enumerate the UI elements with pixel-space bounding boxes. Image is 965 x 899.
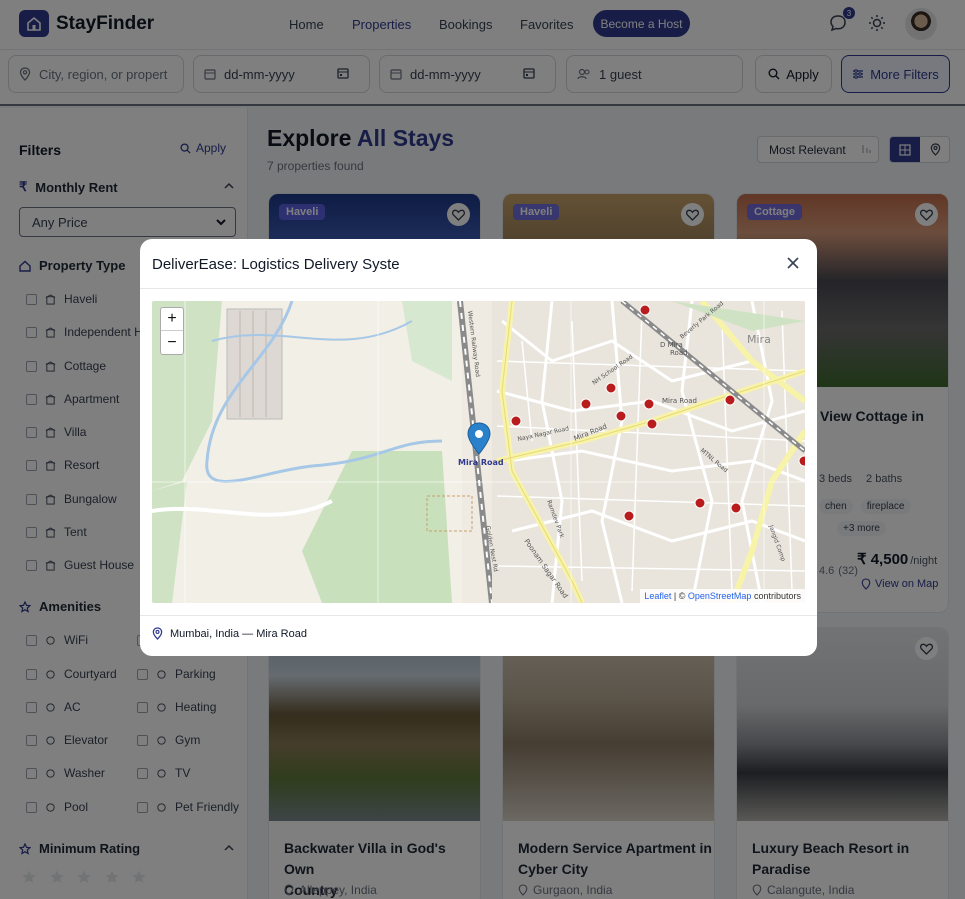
map-tiles: Mira D Mira Road Mira Road Mira Road Nay… bbox=[152, 301, 805, 603]
map-label: Road bbox=[670, 349, 688, 357]
modal-divider bbox=[140, 288, 817, 289]
location-marker[interactable] bbox=[467, 422, 491, 455]
modal-footer: Mumbai, India — Mira Road bbox=[152, 627, 307, 640]
osm-link[interactable]: OpenStreetMap bbox=[688, 591, 752, 601]
map-label: Mira Road bbox=[662, 397, 697, 405]
attribution-tail: contributors bbox=[753, 591, 801, 601]
map-attribution: Leaflet | © OpenStreetMap contributors bbox=[640, 589, 805, 603]
modal-title: DeliverEase: Logistics Delivery Syste bbox=[152, 256, 400, 273]
marker-label: Mira Road bbox=[458, 458, 504, 467]
map-label: Mira bbox=[747, 333, 771, 346]
close-icon[interactable] bbox=[785, 255, 801, 271]
leaflet-link[interactable]: Leaflet bbox=[644, 591, 671, 601]
footer-location: Mumbai, India — Mira Road bbox=[170, 627, 307, 640]
map-pin-icon bbox=[152, 627, 163, 640]
map-label: D Mira bbox=[660, 341, 683, 349]
map-modal: DeliverEase: Logistics Delivery Syste Mi… bbox=[140, 239, 817, 656]
zoom-out-button[interactable]: − bbox=[161, 331, 183, 354]
modal-divider bbox=[140, 615, 817, 616]
attribution-separator: | © bbox=[673, 591, 686, 601]
map-view[interactable]: Mira D Mira Road Mira Road Mira Road Nay… bbox=[152, 301, 805, 603]
zoom-in-button[interactable]: + bbox=[161, 308, 183, 331]
zoom-control: + − bbox=[160, 307, 184, 355]
